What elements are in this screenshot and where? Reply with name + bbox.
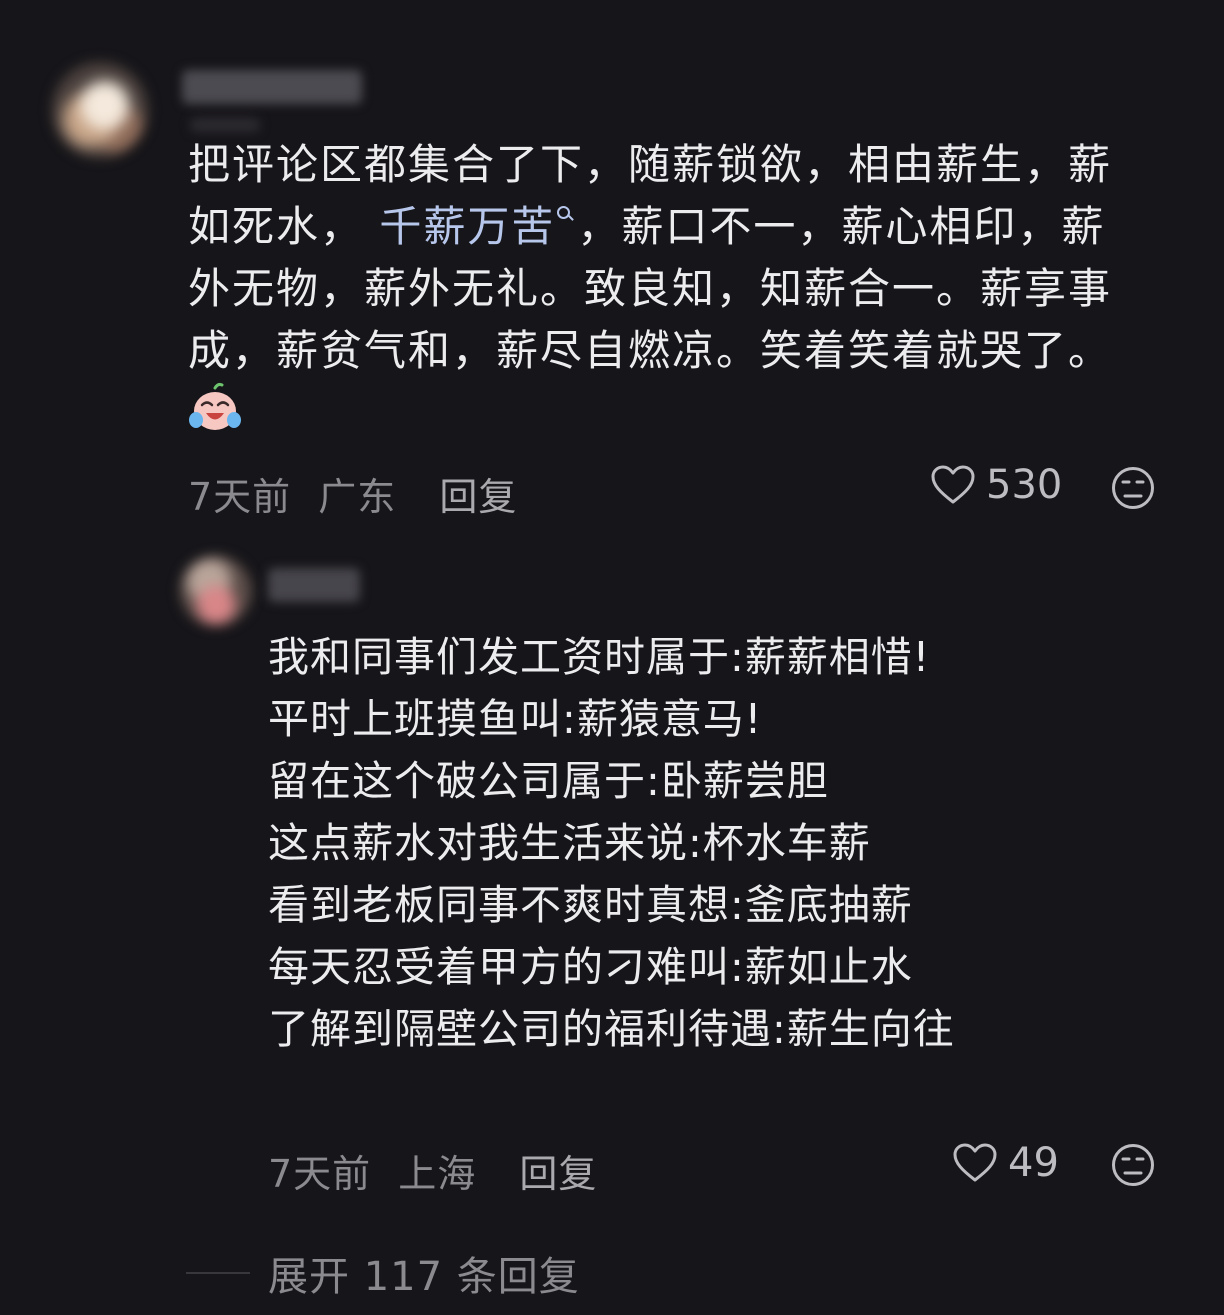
reply-line: 留在这个破公司属于:卧薪尝胆 <box>268 757 829 805</box>
reply-button[interactable]: 回复 <box>519 1152 597 1196</box>
avatar[interactable] <box>52 62 148 158</box>
comment-line: 成，薪贫气和，薪尽自燃凉。笑着笑着就哭了。 <box>188 326 1113 375</box>
comment-line-text: 如死水， <box>188 202 365 251</box>
reply-line: 了解到隔壁公司的福利待遇:薪生向往 <box>268 1005 955 1053</box>
like-button[interactable]: 530 <box>930 462 1062 508</box>
reply-time: 7天前 <box>268 1152 372 1196</box>
comment-line: 如死水， 千薪万苦 ，薪口不一，薪心相印，薪 <box>188 196 1188 258</box>
reply-username-blurred[interactable] <box>268 568 360 602</box>
comment-body: 把评论区都集合了下，随薪锁欲，相由薪生，薪 如死水， 千薪万苦 ，薪口不一，薪心相… <box>188 134 1188 382</box>
dislike-face-icon[interactable] <box>1110 465 1156 511</box>
comment-line-text: ，薪口不一，薪心相印，薪 <box>577 202 1106 251</box>
reply-line: 每天忍受着甲方的刁难叫:薪如止水 <box>268 943 913 991</box>
comment-line: 外无物，薪外无礼。致良知，知薪合一。薪享事 <box>188 264 1113 313</box>
user-tag-blurred <box>190 118 260 132</box>
expand-replies-label: 展开 117 条回复 <box>268 1254 580 1300</box>
heart-icon <box>953 1143 997 1182</box>
heart-icon <box>931 465 975 504</box>
reply-line: 看到老板同事不爽时真想:釜底抽薪 <box>268 881 913 929</box>
comment-time: 7天前 <box>188 475 292 519</box>
comment-line: 把评论区都集合了下，随薪锁欲，相由薪生，薪 <box>188 140 1113 189</box>
like-count: 530 <box>986 462 1063 508</box>
reply-like-count: 49 <box>1008 1140 1059 1186</box>
comment-thread: 把评论区都集合了下，随薪锁欲，相由薪生，薪 如死水， 千薪万苦 ，薪口不一，薪心相… <box>0 0 1224 1315</box>
reply-button[interactable]: 回复 <box>439 475 517 519</box>
divider <box>186 1272 250 1274</box>
search-icon[interactable] <box>555 202 577 232</box>
reply-body: 我和同事们发工资时属于:薪薪相惜! 平时上班摸鱼叫:薪猿意马! 留在这个破公司属… <box>268 626 955 1060</box>
reply-location: 上海 <box>398 1152 477 1196</box>
username-blurred[interactable] <box>182 70 362 104</box>
reply-line: 这点薪水对我生活来说:杯水车薪 <box>268 819 871 867</box>
dislike-face-icon[interactable] <box>1110 1142 1156 1188</box>
reply-meta: 7天前 上海 回复 <box>268 1143 597 1198</box>
comment-location: 广东 <box>318 475 397 519</box>
reply-line: 平时上班摸鱼叫:薪猿意马! <box>268 695 763 743</box>
expand-replies-button[interactable]: 展开 117 条回复 <box>186 1244 580 1302</box>
keyword-search-link[interactable]: 千薪万苦 <box>379 202 555 251</box>
crying-laughing-emoji <box>189 382 241 430</box>
reply-avatar[interactable] <box>180 556 252 626</box>
reply-line: 我和同事们发工资时属于:薪薪相惜! <box>268 633 931 681</box>
reply-like-button[interactable]: 49 <box>952 1140 1059 1186</box>
comment-meta: 7天前 广东 回复 <box>188 466 517 521</box>
